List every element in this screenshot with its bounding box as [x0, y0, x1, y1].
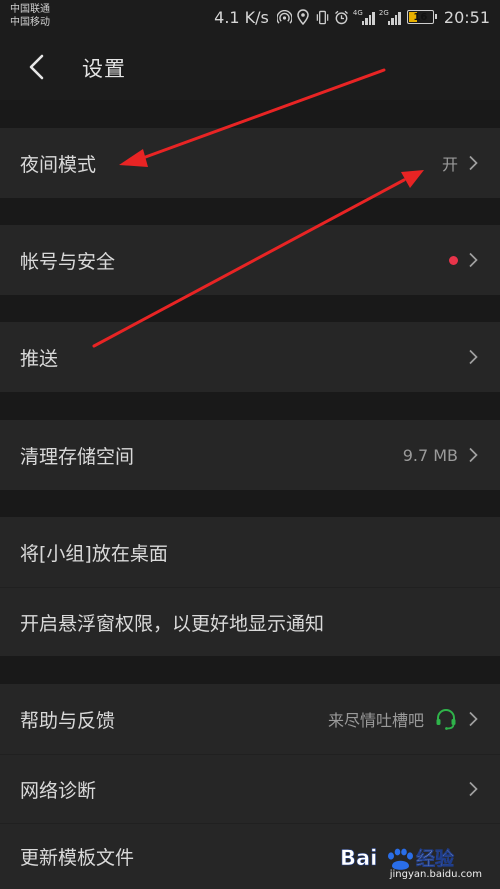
push-row[interactable]: 推送	[0, 322, 500, 392]
push-label: 推送	[20, 347, 59, 370]
chevron-right-icon	[469, 447, 478, 463]
chevron-right-icon	[469, 155, 478, 171]
back-icon[interactable]	[26, 54, 48, 80]
network-speed: 4.1 K/s	[214, 7, 269, 27]
status-bar: 中国联通 中国移动 4.1 K/s 4G 2G 16 20:51	[0, 0, 500, 34]
update-template-label: 更新模板文件	[20, 847, 135, 869]
hotspot-icon	[276, 8, 292, 26]
network-diagnosis-label: 网络诊断	[20, 779, 97, 802]
page-title: 设置	[82, 57, 126, 81]
battery-icon: 16	[406, 10, 437, 24]
alarm-icon	[334, 8, 349, 26]
signal-1-tag: 4G	[352, 9, 363, 17]
night-mode-label: 夜间模式	[20, 153, 97, 176]
carrier-1: 中国联通	[10, 4, 50, 15]
headset-icon	[436, 709, 456, 730]
help-feedback-label: 帮助与反馈	[20, 709, 116, 732]
clear-storage-row[interactable]: 清理存储空间 9.7 MB	[0, 420, 500, 490]
app-header: 设置	[0, 34, 500, 100]
chevron-right-icon	[469, 781, 478, 797]
update-template-row[interactable]: 更新模板文件	[0, 824, 500, 889]
account-security-row[interactable]: 帐号与安全	[0, 225, 500, 295]
signal-icon: 2G	[379, 9, 401, 25]
clock: 20:51	[443, 7, 490, 27]
storage-size: 9.7 MB	[402, 445, 458, 465]
account-security-label: 帐号与安全	[20, 250, 116, 273]
location-icon	[296, 8, 311, 26]
network-diagnosis-row[interactable]: 网络诊断	[0, 755, 500, 823]
vibrate-icon	[315, 8, 330, 26]
desktop-shortcut-label: 将[小组]放在桌面	[20, 542, 168, 565]
chevron-right-icon	[469, 711, 478, 727]
signal-2-tag: 2G	[378, 9, 389, 17]
night-mode-value: 开	[441, 155, 458, 174]
signal-icon: 4G	[353, 9, 375, 25]
battery-level: 16	[413, 11, 428, 23]
feedback-hint: 来尽情吐槽吧	[327, 711, 424, 730]
chevron-right-icon	[469, 349, 478, 365]
status-icons: 4.1 K/s 4G 2G 16 20:51	[214, 0, 490, 34]
clear-storage-label: 清理存储空间	[20, 445, 135, 468]
float-window-row[interactable]: 开启悬浮窗权限，以更好地显示通知	[0, 588, 500, 656]
desktop-shortcut-row[interactable]: 将[小组]放在桌面	[0, 517, 500, 587]
night-mode-row[interactable]: 夜间模式 开	[0, 128, 500, 198]
carrier-names: 中国联通 中国移动	[10, 3, 50, 29]
notification-dot	[449, 255, 458, 265]
chevron-right-icon	[469, 252, 478, 268]
help-feedback-row[interactable]: 帮助与反馈 来尽情吐槽吧	[0, 684, 500, 754]
carrier-2: 中国移动	[10, 17, 50, 28]
float-window-label: 开启悬浮窗权限，以更好地显示通知	[20, 612, 325, 635]
